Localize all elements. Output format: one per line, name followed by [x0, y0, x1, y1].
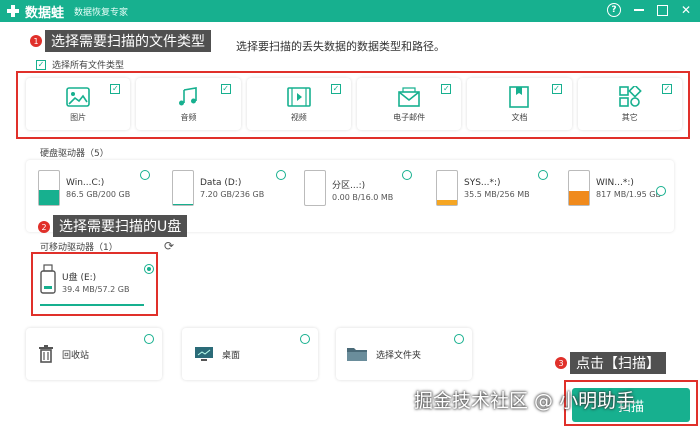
maximize-icon[interactable]: [657, 4, 668, 16]
drive-item[interactable]: Win...C:) 86.5 GB/200 GB: [38, 170, 160, 210]
location-recycle-bin[interactable]: 回收站: [26, 328, 162, 380]
drive-item[interactable]: 分区...:) 0.00 B/16.0 MB: [304, 170, 426, 210]
drive-icon: [436, 170, 458, 206]
folder-icon: [347, 348, 367, 361]
minimize-icon[interactable]: [631, 2, 647, 18]
drive-icon: [172, 170, 194, 206]
hard-drives-title: 硬盘驱动器（5）: [40, 149, 109, 159]
help-icon[interactable]: ?: [607, 3, 621, 17]
drive-radio[interactable]: [656, 186, 666, 196]
drive-radio[interactable]: [538, 170, 548, 180]
location-radio[interactable]: [454, 334, 464, 344]
drive-name: 分区...:): [332, 181, 366, 191]
drive-item[interactable]: Data (D:) 7.20 GB/236 GB: [172, 170, 294, 210]
step2-annotation: 选择需要扫描的U盘: [53, 215, 188, 237]
step3-annotation: 点击【扫描】: [570, 352, 666, 374]
watermark-text: 掘金技术社区 @ 小明助手: [414, 390, 636, 412]
location-desktop[interactable]: 桌面: [182, 328, 318, 380]
drive-radio[interactable]: [140, 170, 150, 180]
app-name: 数据蛙: [25, 5, 65, 21]
drive-radio[interactable]: [276, 170, 286, 180]
drive-name: WIN...*:): [596, 178, 634, 188]
window-controls: ? ✕: [607, 2, 694, 18]
drive-size: 817 MB/1.95 GB: [596, 190, 661, 199]
drive-fill: [39, 190, 59, 205]
drive-name: Data (D:): [200, 178, 242, 188]
select-all-types[interactable]: ✓ 选择所有文件类型: [36, 58, 124, 71]
select-all-label: 选择所有文件类型: [52, 61, 125, 71]
select-all-checkbox[interactable]: ✓: [36, 59, 46, 70]
refresh-icon[interactable]: ⟳: [164, 239, 174, 253]
drive-icon: [568, 170, 590, 206]
title-bar: 数据蛙 数据恢复专家 ? ✕: [0, 0, 700, 22]
location-select-folder[interactable]: 选择文件夹: [336, 328, 472, 380]
step1-annotation: 选择需要扫描的文件类型: [45, 30, 211, 52]
desktop-icon: [195, 347, 213, 361]
recycle-bin-icon: [39, 345, 53, 363]
drive-icon: [304, 170, 326, 206]
instruction-text: 选择要扫描的丢失数据的数据类型和路径。: [236, 40, 445, 53]
drive-size: 35.5 MB/256 MB: [464, 190, 530, 199]
location-radio[interactable]: [144, 334, 154, 344]
app-subtitle: 数据恢复专家: [74, 7, 129, 18]
drive-item[interactable]: SYS...*:) 35.5 MB/256 MB: [436, 170, 558, 210]
step3-badge: 3: [555, 357, 567, 369]
drive-fill: [173, 203, 193, 205]
drive-size: 7.20 GB/236 GB: [200, 190, 265, 199]
location-label: 桌面: [222, 350, 241, 361]
step1-badge: 1: [30, 35, 42, 47]
close-icon[interactable]: ✕: [678, 2, 694, 18]
step1-highlight: [16, 71, 690, 139]
drive-name: SYS...*:): [464, 178, 501, 188]
drive-fill: [437, 200, 457, 205]
drive-icon: [38, 170, 60, 206]
step2-badge: 2: [38, 221, 50, 233]
drive-size: 86.5 GB/200 GB: [66, 190, 131, 199]
location-radio[interactable]: [300, 334, 310, 344]
drive-item[interactable]: WIN...*:) 817 MB/1.95 GB: [568, 170, 690, 210]
drive-size: 0.00 B/16.0 MB: [332, 193, 394, 202]
logo-cross-icon: [6, 4, 20, 18]
drive-radio[interactable]: [402, 170, 412, 180]
drive-fill: [569, 190, 589, 205]
step2-highlight: [31, 252, 158, 316]
drive-name: Win...C:): [66, 178, 105, 188]
app-logo: 数据蛙 数据恢复专家: [6, 2, 128, 21]
location-label: 回收站: [62, 350, 90, 361]
location-label: 选择文件夹: [376, 350, 422, 361]
